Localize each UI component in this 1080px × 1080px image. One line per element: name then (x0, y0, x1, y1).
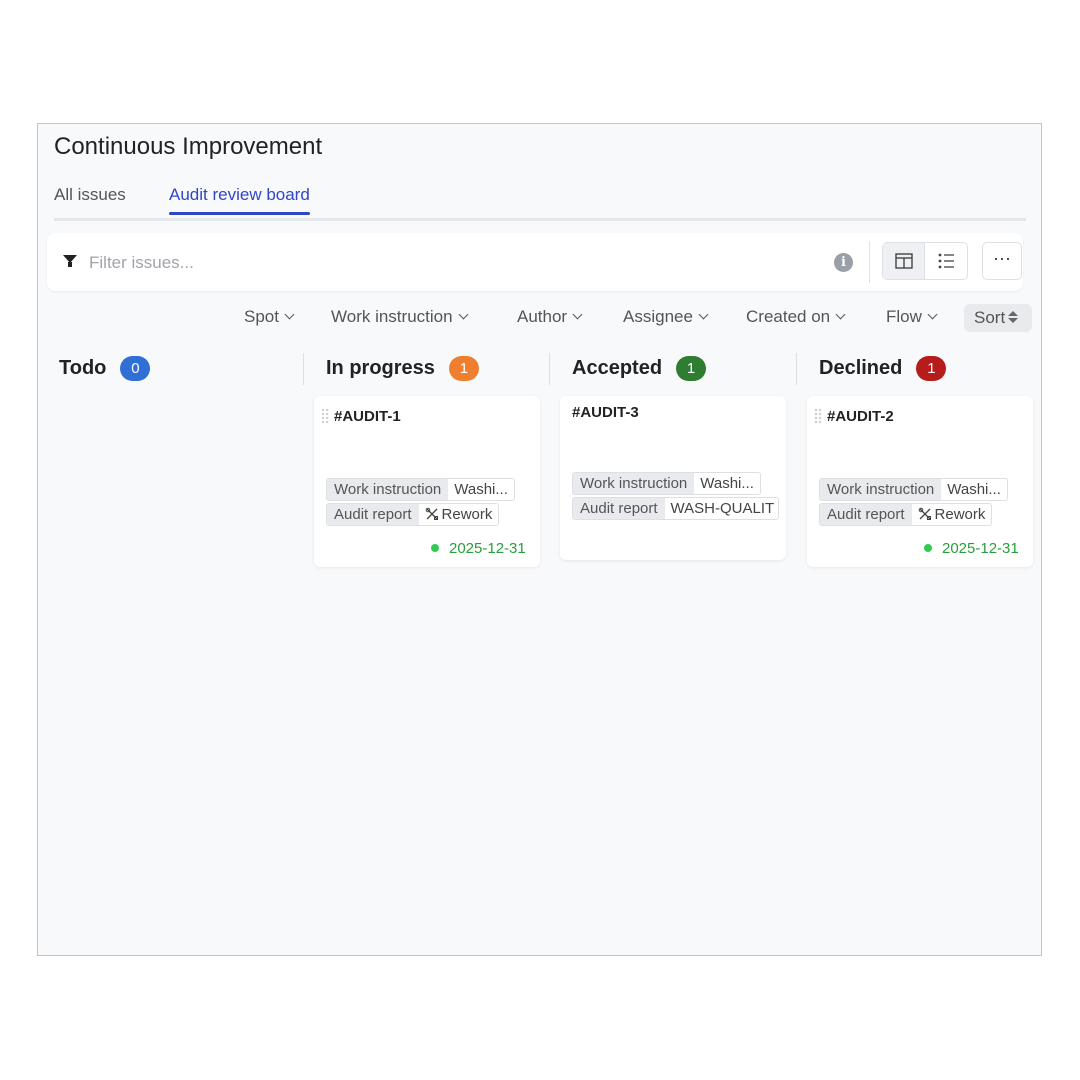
issue-card-audit-2[interactable]: #AUDIT-2 Work instruction Washi... Audit … (807, 396, 1033, 567)
info-icon[interactable]: i (834, 253, 853, 272)
list-view-button[interactable] (926, 243, 968, 279)
issue-id: #AUDIT-3 (572, 404, 639, 421)
tag-value: WASH-QUALIT (670, 500, 775, 517)
tag-work-instruction[interactable]: Work instruction Washi... (326, 478, 515, 501)
tag-key: Work instruction (327, 479, 449, 500)
filter-work-instruction-label: Work instruction (331, 307, 453, 326)
list-view-icon (938, 253, 954, 269)
filter-bar: i ··· (47, 233, 1023, 291)
board-window: Continuous Improvement All issues Audit … (37, 123, 1042, 956)
tag-value: Washi... (700, 475, 754, 492)
due-date: 2025-12-31 (431, 540, 526, 557)
column-header-accepted: Accepted 1 (572, 356, 707, 381)
chevron-down-icon (458, 309, 469, 320)
chevron-down-icon (572, 309, 583, 320)
count-badge: 1 (448, 356, 479, 381)
tag-work-instruction[interactable]: Work instruction Washi... (819, 478, 1008, 501)
filter-flow[interactable]: Flow (886, 307, 938, 327)
tag-key: Work instruction (573, 473, 695, 494)
tag-value: Rework (934, 506, 986, 523)
issue-card-audit-1[interactable]: #AUDIT-1 Work instruction Washi... Audit … (314, 396, 540, 567)
tools-icon (425, 507, 438, 520)
due-date: 2025-12-31 (924, 540, 1019, 557)
due-date-text: 2025-12-31 (449, 540, 526, 557)
filter-spot-label: Spot (244, 307, 279, 326)
more-options-button[interactable]: ··· (982, 242, 1022, 280)
tag-work-instruction[interactable]: Work instruction Washi... (572, 472, 761, 495)
filter-work-instruction[interactable]: Work instruction (331, 307, 469, 327)
column-title: In progress (326, 357, 435, 379)
tab-audit-review-board[interactable]: Audit review board (169, 185, 310, 215)
divider (869, 241, 870, 283)
filter-flow-label: Flow (886, 307, 922, 326)
tag-key: Audit report (820, 504, 912, 525)
sort-button[interactable]: Sort (964, 304, 1032, 332)
column-title: Accepted (572, 357, 663, 379)
tag-value: Washi... (947, 481, 1001, 498)
filter-created-on-label: Created on (746, 307, 831, 326)
count-badge: 1 (916, 356, 947, 381)
view-toggle (882, 242, 968, 280)
issue-card-audit-3[interactable]: #AUDIT-3 Work instruction Washi... Audit … (560, 396, 786, 560)
drag-handle-icon[interactable] (321, 408, 329, 424)
board-view-button[interactable] (883, 243, 925, 279)
column-divider (549, 353, 550, 385)
issue-id: #AUDIT-2 (827, 408, 894, 425)
board-view-icon (895, 253, 913, 269)
column-divider (796, 353, 797, 385)
tab-all-issues[interactable]: All issues (54, 185, 126, 205)
tag-value: Washi... (454, 481, 508, 498)
issue-id: #AUDIT-1 (334, 408, 401, 425)
filter-icon (63, 255, 77, 267)
column-title: Todo (59, 357, 107, 379)
drag-handle-icon[interactable] (814, 408, 822, 424)
count-badge: 1 (676, 356, 707, 381)
status-dot-icon (924, 544, 932, 552)
page-title: Continuous Improvement (54, 133, 323, 160)
tag-audit-report[interactable]: Audit report WASH-QUALIT (572, 497, 779, 520)
filter-author-label: Author (517, 307, 568, 326)
sort-label: Sort (974, 308, 1006, 327)
column-header-todo: Todo 0 (59, 356, 151, 381)
column-title: Declined (819, 357, 903, 379)
tag-key: Audit report (573, 498, 665, 519)
tab-bar: All issues Audit review board (54, 182, 1026, 221)
status-dot-icon (431, 544, 439, 552)
count-badge: 0 (120, 356, 151, 381)
due-date-text: 2025-12-31 (942, 540, 1019, 557)
tools-icon (918, 507, 931, 520)
tag-key: Work instruction (820, 479, 942, 500)
column-header-in-progress: In progress 1 (326, 356, 479, 381)
filter-assignee[interactable]: Assignee (623, 307, 709, 327)
chevron-down-icon (835, 309, 846, 320)
chevron-down-icon (284, 309, 295, 320)
tag-audit-report[interactable]: Audit report Rework (326, 503, 500, 526)
tag-audit-report[interactable]: Audit report Rework (819, 503, 993, 526)
tag-key: Audit report (327, 504, 419, 525)
filter-author[interactable]: Author (517, 307, 583, 327)
filter-spot[interactable]: Spot (244, 307, 295, 327)
tag-value: Rework (441, 506, 493, 523)
filter-input[interactable] (87, 249, 791, 277)
chevron-down-icon (927, 309, 938, 320)
filter-assignee-label: Assignee (623, 307, 693, 326)
chevron-down-icon (698, 309, 709, 320)
sort-icon (1008, 311, 1019, 325)
column-divider (303, 353, 304, 385)
filter-created-on[interactable]: Created on (746, 307, 846, 327)
column-header-declined: Declined 1 (819, 356, 947, 381)
